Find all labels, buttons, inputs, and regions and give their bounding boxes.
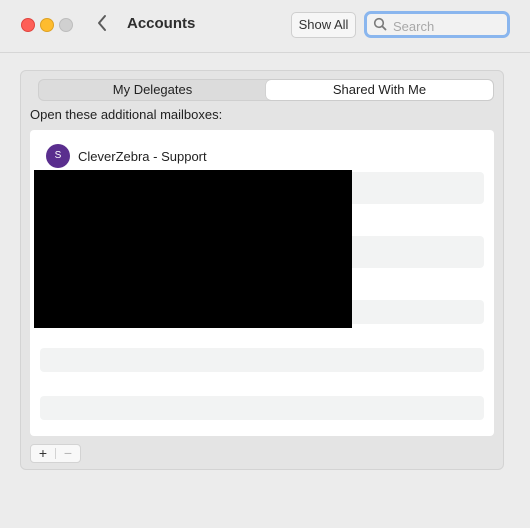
segmented-control: My Delegates Shared With Me bbox=[38, 79, 494, 101]
close-window-button[interactable] bbox=[21, 18, 35, 32]
show-all-button[interactable]: Show All bbox=[291, 12, 356, 38]
search-icon bbox=[373, 17, 387, 36]
redaction-block bbox=[34, 170, 352, 328]
add-button[interactable]: + bbox=[31, 445, 55, 462]
tab-my-delegates[interactable]: My Delegates bbox=[39, 80, 266, 100]
instruction-label: Open these additional mailboxes: bbox=[30, 107, 223, 122]
add-remove-control: + − bbox=[30, 444, 81, 463]
title-bar: Accounts Show All bbox=[0, 0, 530, 53]
list-row-empty bbox=[40, 396, 484, 420]
minimize-window-button[interactable] bbox=[40, 18, 54, 32]
search-input[interactable] bbox=[391, 16, 505, 36]
avatar: S bbox=[46, 144, 70, 168]
list-row-empty bbox=[40, 348, 484, 372]
chevron-left-icon[interactable] bbox=[96, 14, 112, 34]
mailbox-name: CleverZebra - Support bbox=[78, 149, 207, 164]
zoom-window-button[interactable] bbox=[59, 18, 73, 32]
remove-button[interactable]: − bbox=[56, 445, 80, 462]
tab-shared-with-me[interactable]: Shared With Me bbox=[266, 80, 493, 100]
window-title: Accounts bbox=[127, 15, 196, 32]
search-field[interactable] bbox=[364, 11, 510, 38]
